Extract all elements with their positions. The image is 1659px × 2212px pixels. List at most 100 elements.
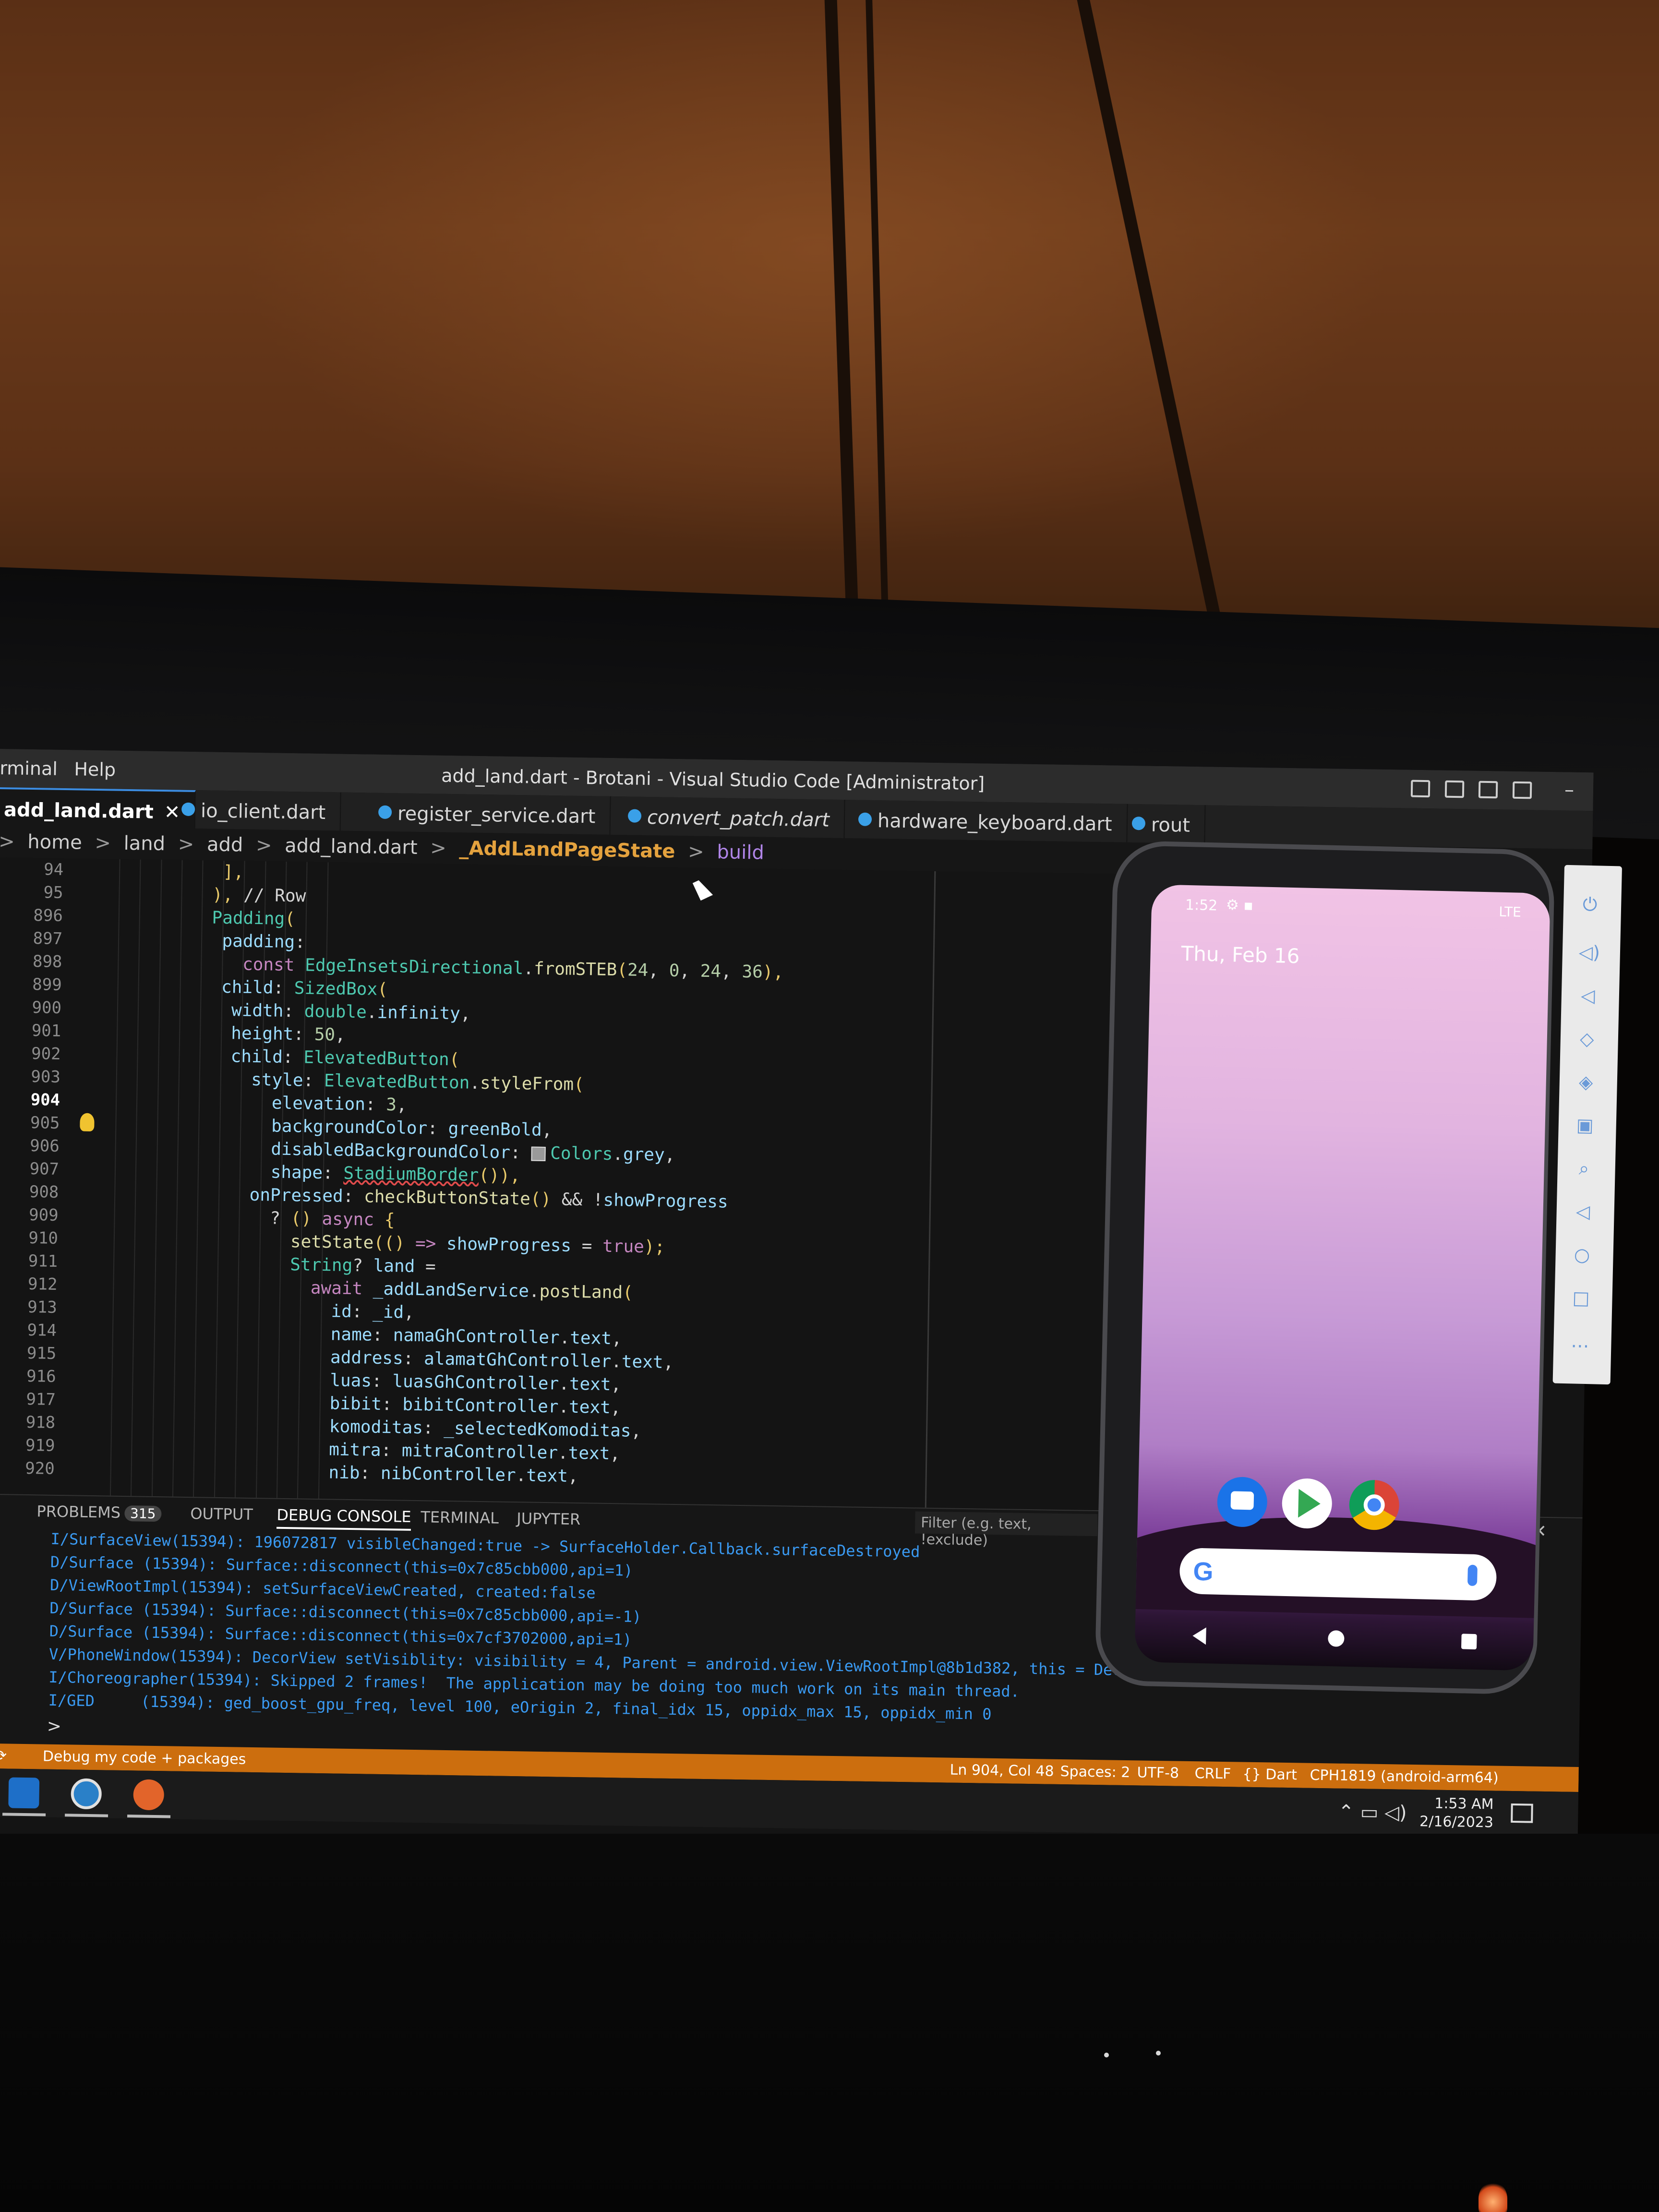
cable	[865, 0, 889, 634]
customize-layout-icon[interactable]	[1512, 781, 1532, 799]
tab-problems[interactable]: PROBLEMS 315	[36, 1502, 162, 1522]
back-icon[interactable]: ◁	[1573, 1201, 1593, 1223]
status-eol[interactable]: CRLF	[1194, 1765, 1231, 1782]
tab-jupyter[interactable]: JUPYTER	[517, 1509, 581, 1528]
tab-convert-patch[interactable]: convert_patch.dart	[623, 796, 845, 839]
minimize-button[interactable]: –	[1564, 779, 1575, 802]
status-spaces[interactable]: Spaces: 2	[1060, 1763, 1130, 1781]
code-token: postLand	[539, 1281, 623, 1303]
menu-help[interactable]: Help	[74, 758, 116, 780]
toggle-panel-icon[interactable]	[1444, 780, 1465, 798]
code-area[interactable]: ], ), // Row Padding( padding: const Edg…	[99, 859, 934, 1507]
code-token: ?	[352, 1256, 373, 1276]
code-token: ],	[223, 862, 244, 882]
code-token: 36	[742, 962, 763, 982]
tab-routes[interactable]: rout	[1127, 804, 1206, 844]
breadcrumb-sep: >	[687, 841, 705, 863]
layout-controls	[1410, 777, 1541, 802]
notifications-icon[interactable]	[1511, 1803, 1533, 1823]
microphone-icon[interactable]	[1467, 1564, 1478, 1587]
code-token: && !	[561, 1190, 603, 1210]
code-token: );	[644, 1237, 665, 1257]
console-prompt[interactable]: >	[47, 1717, 62, 1736]
tab-io-client[interactable]: io_client.dart	[176, 790, 341, 831]
power-icon[interactable]: ⏻	[1580, 894, 1600, 915]
system-tray[interactable]: ⌃ ▭ ◁)	[1338, 1801, 1407, 1824]
overview-icon[interactable]: □	[1571, 1287, 1591, 1309]
tab-output[interactable]: OUTPUT	[190, 1504, 253, 1524]
home-icon[interactable]: ○	[1572, 1244, 1592, 1265]
breadcrumb-home[interactable]: home	[27, 831, 82, 854]
code-token: :	[273, 978, 295, 998]
status-debug-mode[interactable]: Debug my code + packages	[43, 1748, 246, 1768]
debug-icon[interactable]: ⟳	[0, 1747, 7, 1764]
postman-taskbar-icon[interactable]	[133, 1779, 165, 1811]
status-device[interactable]: CPH1819 (android-arm64)	[1310, 1767, 1499, 1787]
code-token: text	[569, 1374, 611, 1395]
code-token: (	[377, 979, 388, 1000]
volume-down-icon[interactable]: ◁	[1577, 985, 1598, 1007]
code-token: :	[381, 1440, 402, 1461]
breadcrumb-sep: >	[178, 833, 194, 856]
code-token: .	[611, 1352, 622, 1372]
lightbulb-icon[interactable]	[80, 1113, 95, 1131]
nav-back-icon[interactable]	[1192, 1627, 1206, 1645]
breadcrumb-sep: >	[0, 830, 15, 853]
menu-terminal[interactable]: rminal	[0, 757, 58, 780]
more-icon[interactable]: …	[1570, 1330, 1590, 1352]
status-encoding[interactable]: UTF-8	[1137, 1764, 1179, 1781]
code-token: ,	[541, 1120, 553, 1141]
code-token: mitra	[328, 1440, 381, 1460]
status-language[interactable]: {} Dart	[1242, 1766, 1297, 1784]
breadcrumb-class[interactable]: _AddLandPageState	[459, 837, 675, 863]
toggle-secondary-sidebar-icon[interactable]	[1479, 781, 1498, 799]
edge-taskbar-icon[interactable]	[71, 1778, 102, 1810]
phone-screen[interactable]: 1:52 ⚙ ▪ LTE Thu, Feb 16 G	[1134, 884, 1551, 1671]
breadcrumb-file[interactable]: add_land.dart	[285, 835, 418, 859]
tab-hardware-keyboard[interactable]: hardware_keyboard.dart	[853, 800, 1128, 842]
google-search-bar[interactable]: G	[1179, 1547, 1497, 1601]
vscode-taskbar-icon[interactable]	[8, 1777, 40, 1809]
code-token: _addLandService	[373, 1279, 529, 1301]
camera-icon[interactable]: ▣	[1575, 1114, 1595, 1136]
volume-up-icon[interactable]: ◁)	[1578, 942, 1600, 963]
taskbar-clock[interactable]: 1:53 AM 2/16/2023	[1419, 1794, 1494, 1832]
rotate-left-icon[interactable]: ◇	[1576, 1028, 1597, 1050]
code-token: SizedBox	[294, 978, 378, 999]
filter-input[interactable]: Filter (e.g. text, !exclude)	[914, 1511, 1098, 1549]
code-token: 50	[314, 1024, 336, 1045]
rotate-right-icon[interactable]: ◈	[1575, 1071, 1596, 1093]
breadcrumb-land[interactable]: land	[123, 832, 165, 855]
zoom-icon[interactable]: ⌕	[1574, 1158, 1594, 1179]
tab-label: convert_patch.dart	[647, 806, 830, 831]
code-token: address	[330, 1347, 404, 1369]
code-token: showProgress	[603, 1190, 728, 1212]
breadcrumb-method[interactable]: build	[717, 841, 764, 864]
code-editor[interactable]: 94 95 896 897 898 899 900 901 902 903 904 905 906 907…	[0, 857, 939, 1508]
code-token: .	[523, 959, 534, 979]
tab-terminal[interactable]: TERMINAL	[421, 1508, 499, 1527]
line-number: 903	[31, 1067, 61, 1087]
code-token: :	[293, 1024, 315, 1045]
code-token: (	[573, 1074, 585, 1095]
code-token: ,	[679, 961, 701, 981]
code-token: ,	[610, 1398, 621, 1418]
line-number: 906	[30, 1136, 60, 1156]
nav-recents-icon[interactable]	[1461, 1634, 1477, 1650]
code-token: 0	[669, 961, 680, 981]
tab-register-service[interactable]: register_service.dart	[373, 793, 611, 835]
code-token: luas	[330, 1370, 372, 1391]
status-position[interactable]: Ln 904, Col 48	[950, 1762, 1054, 1780]
code-token: =	[571, 1236, 603, 1256]
line-number: 914	[27, 1320, 57, 1340]
toggle-sidebar-icon[interactable]	[1410, 780, 1431, 798]
code-token: .	[516, 1466, 527, 1486]
breadcrumb-add[interactable]: add	[207, 833, 243, 856]
code-token: ?	[270, 1208, 291, 1229]
code-token: width	[231, 1000, 284, 1021]
nav-home-icon[interactable]	[1328, 1630, 1345, 1647]
tab-debug-console[interactable]: DEBUG CONSOLE	[276, 1505, 411, 1531]
tab-add-land[interactable]: add_land.dart ✕	[0, 787, 196, 829]
code-token: 24	[700, 961, 721, 982]
code-token: ,	[335, 1025, 346, 1045]
